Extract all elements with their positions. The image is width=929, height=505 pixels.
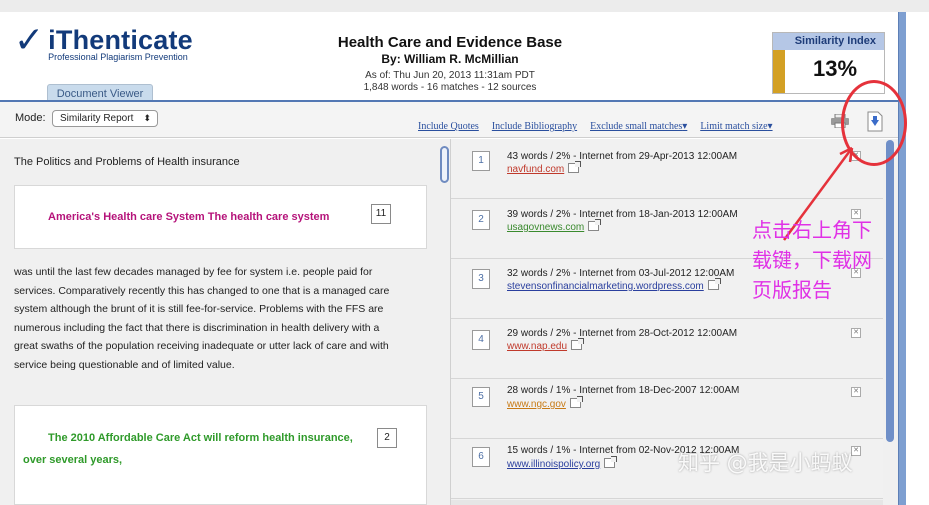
mode-select[interactable]: Similarity Report ⬍ — [52, 110, 158, 127]
body-line: was until the last few decades managed b… — [14, 266, 373, 278]
external-link-icon[interactable] — [588, 219, 602, 231]
next-source-row-edge — [451, 500, 883, 505]
checkmark-icon: ✓ — [14, 20, 45, 61]
similarity-index-value: 13% — [812, 56, 858, 81]
highlighted-text-2-line2: over several years, — [23, 454, 123, 466]
mode-label: Mode: — [15, 112, 46, 124]
source-link[interactable]: www.ngc.gov — [507, 396, 583, 410]
source-description: 28 words / 1% - Internet from 18-Dec-200… — [507, 385, 740, 396]
highlighted-text-1: America's Health care System The health … — [48, 211, 330, 223]
body-line: great swaths of the population receiving… — [14, 340, 389, 353]
logo-tagline: Professional Plagiarism Prevention — [48, 52, 188, 62]
source-number: 5 — [472, 387, 490, 407]
limit-match-size-link[interactable]: Limit match size▾ — [700, 121, 772, 132]
exclude-source-icon[interactable]: ✕ — [851, 387, 861, 397]
source-number: 6 — [472, 447, 490, 467]
body-line: system although the brunt of it is still… — [14, 303, 384, 316]
source-link[interactable]: usagovnews.com — [507, 219, 602, 233]
body-line: services. Comparatively recently this ha… — [14, 284, 390, 297]
document-title: Health Care and Evidence Base — [337, 34, 563, 51]
source-link[interactable]: www.illinoispolicy.org — [507, 456, 618, 470]
source-link[interactable]: navfund.com — [507, 161, 582, 175]
document-body-text: was until the last few decades managed b… — [14, 263, 424, 375]
source-link[interactable]: stevensonfinancialmarketing.wordpress.co… — [507, 278, 721, 292]
document-stats: 1,848 words - 16 matches - 12 sources — [363, 82, 537, 93]
watermark: 知乎 @我是小蚂蚁 — [678, 451, 853, 475]
external-link-icon[interactable] — [604, 456, 618, 468]
match-block-2[interactable]: The 2010 Affordable Care Act will reform… — [14, 405, 427, 505]
section-title: The Politics and Problems of Health insu… — [14, 156, 240, 168]
report-toolbar: Mode: Similarity Report ⬍ Include Quotes… — [0, 100, 898, 138]
external-link-icon[interactable] — [569, 396, 583, 408]
exclude-source-icon[interactable]: ✕ — [851, 328, 861, 338]
similarity-index-label: Similarity Index — [773, 33, 884, 50]
logo-name: iThenticate — [48, 25, 193, 55]
ithenticate-logo: ✓ iThenticate Professional Plagiarism Pr… — [14, 20, 193, 63]
match-number-badge[interactable]: 11 — [371, 204, 391, 224]
body-line: numerous including the fact that there i… — [14, 321, 380, 334]
annotation-line: 载键，下载网 — [752, 248, 872, 272]
external-link-icon[interactable] — [707, 278, 721, 290]
external-link-icon[interactable] — [571, 338, 585, 350]
source-description: 43 words / 2% - Internet from 29-Apr-201… — [507, 151, 738, 162]
include-quotes-link[interactable]: Include Quotes — [418, 121, 479, 132]
source-description: 32 words / 2% - Internet from 03-Jul-201… — [507, 268, 735, 279]
source-link[interactable]: www.nap.edu — [507, 338, 585, 352]
source-number: 3 — [472, 269, 490, 289]
document-author: By: William R. McMillian — [381, 52, 519, 66]
include-bibliography-link[interactable]: Include Bibliography — [492, 121, 577, 132]
app-header: ✓ iThenticate Professional Plagiarism Pr… — [0, 0, 929, 105]
panel-divider[interactable] — [437, 139, 451, 505]
toolbar-links: Include Quotes Include Bibliography Excl… — [418, 121, 773, 132]
source-number: 2 — [472, 210, 490, 230]
external-link-icon[interactable] — [568, 161, 582, 173]
annotation-line: 点击右上角下 — [752, 218, 872, 242]
annotation-text: 点击右上角下 载键，下载网 页版报告 — [752, 215, 922, 305]
source-row-5[interactable]: 5 28 words / 1% - Internet from 18-Dec-2… — [451, 379, 883, 439]
body-line: service being questionable and of limite… — [14, 358, 235, 371]
similarity-color-bar — [773, 50, 785, 93]
mode-select-value: Similarity Report — [60, 113, 134, 124]
source-row-4[interactable]: 4 29 words / 2% - Internet from 28-Oct-2… — [451, 319, 883, 379]
source-number: 4 — [472, 330, 490, 350]
highlighted-text-2-line1: The 2010 Affordable Care Act will reform… — [48, 432, 353, 444]
source-number: 1 — [472, 151, 490, 171]
exclude-small-matches-link[interactable]: Exclude small matches▾ — [590, 121, 687, 132]
source-description: 29 words / 2% - Internet from 28-Oct-201… — [507, 328, 738, 339]
select-arrows-icon: ⬍ — [143, 113, 151, 123]
document-date: As of: Thu Jun 20, 2013 11:31am PDT — [365, 70, 535, 81]
document-info: Health Care and Evidence Base By: Willia… — [300, 34, 600, 94]
match-number-badge[interactable]: 2 — [377, 428, 397, 448]
source-description: 39 words / 2% - Internet from 18-Jan-201… — [507, 209, 738, 220]
annotation-line: 页版报告 — [752, 278, 832, 302]
divider-drag-handle[interactable] — [440, 146, 449, 183]
document-text-panel: The Politics and Problems of Health insu… — [0, 139, 437, 505]
match-block-11[interactable]: America's Health care System The health … — [14, 185, 427, 249]
